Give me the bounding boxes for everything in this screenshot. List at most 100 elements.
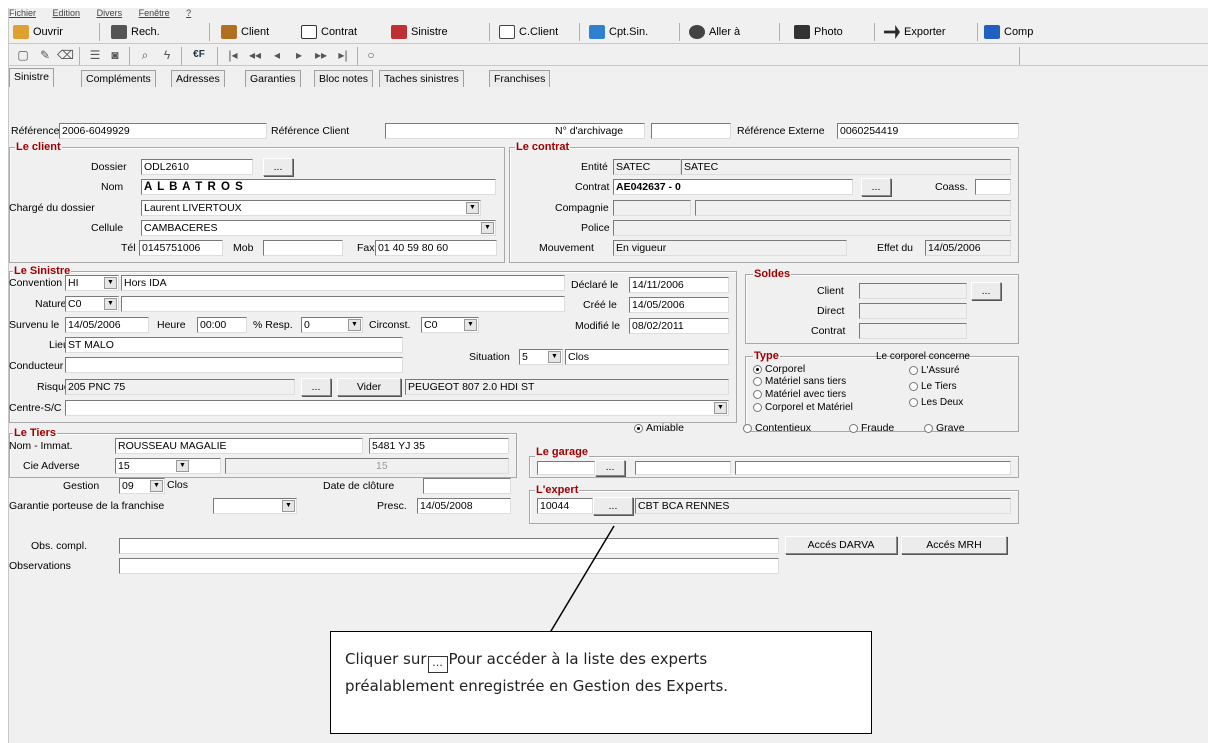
- declare-field[interactable]: 14/11/2006: [629, 277, 729, 293]
- coass-field[interactable]: [975, 179, 1011, 195]
- photo-button[interactable]: Photo: [794, 24, 843, 40]
- chevron-down-icon[interactable]: ▼: [714, 402, 727, 414]
- contrat-button[interactable]: Contrat: [301, 24, 357, 40]
- exporter-button[interactable]: Exporter: [884, 24, 946, 40]
- dossier-browse-button[interactable]: ...: [263, 158, 293, 176]
- reference-field[interactable]: 2006-6049929: [59, 123, 267, 139]
- ref-externe-field[interactable]: 0060254419: [837, 123, 1019, 139]
- first-record-icon[interactable]: |◂: [225, 47, 241, 63]
- nature-select[interactable]: C0 ▼: [65, 296, 119, 312]
- expert-browse-button[interactable]: ...: [593, 497, 633, 515]
- contrat-field[interactable]: AE042637 - 0: [613, 179, 853, 195]
- client-button[interactable]: Client: [221, 24, 269, 40]
- entite-code-field[interactable]: SATEC: [613, 159, 681, 175]
- eraser-icon[interactable]: ⌫: [57, 47, 74, 63]
- reglement-fraude[interactable]: Fraude: [849, 421, 894, 435]
- convention-code-select[interactable]: HI ▼: [65, 275, 119, 291]
- reglement-amiable[interactable]: Amiable: [634, 421, 684, 435]
- tab-garanties[interactable]: Garanties: [245, 70, 301, 87]
- fax-field[interactable]: 01 40 59 80 60: [375, 240, 497, 256]
- cellule-select[interactable]: CAMBACERES ▼: [141, 220, 496, 236]
- soldes-client-field[interactable]: [859, 283, 967, 299]
- observations-field[interactable]: [119, 558, 779, 574]
- vehicule-field[interactable]: PEUGEOT 807 2.0 HDI ST: [405, 379, 729, 395]
- centre-select[interactable]: ▼: [65, 400, 729, 416]
- expert-code-field[interactable]: 10044: [537, 498, 593, 514]
- ouvrir-button[interactable]: Ouvrir: [13, 24, 63, 40]
- tiers-immat-field[interactable]: 5481 YJ 35: [369, 438, 509, 454]
- allera-button[interactable]: Aller à: [689, 24, 740, 40]
- convention-field[interactable]: Hors IDA: [121, 275, 565, 291]
- compagnie-name-field[interactable]: [695, 200, 1011, 216]
- comment-icon[interactable]: ○: [363, 47, 379, 63]
- chevron-down-icon[interactable]: ▼: [150, 480, 163, 492]
- type-corporel-et-materiel[interactable]: Corporel et Matériel: [753, 401, 853, 415]
- camera-small-icon[interactable]: ◙: [107, 47, 123, 63]
- resp-select[interactable]: 0 ▼: [301, 317, 363, 333]
- chevron-down-icon[interactable]: ▼: [464, 319, 477, 331]
- soldes-contrat-field[interactable]: [859, 323, 967, 339]
- vider-button[interactable]: Vider: [337, 378, 401, 396]
- obs-compl-field[interactable]: [119, 538, 779, 554]
- tab-complements[interactable]: Compléments: [81, 70, 156, 87]
- chevron-down-icon[interactable]: ▼: [104, 277, 117, 289]
- expert-name-field[interactable]: CBT BCA RENNES: [635, 498, 1011, 514]
- circonst-select[interactable]: C0 ▼: [421, 317, 479, 333]
- franchise-select[interactable]: ▼: [213, 498, 297, 514]
- tab-taches-sinistres[interactable]: Taches sinistres: [379, 70, 464, 87]
- modifie-field[interactable]: 08/02/2011: [629, 318, 729, 334]
- search-small-icon[interactable]: ⌕: [137, 47, 153, 63]
- reglement-grave[interactable]: Grave: [924, 421, 965, 435]
- fast-forward-icon[interactable]: ▸▸: [313, 47, 329, 63]
- euro-icon[interactable]: €F: [187, 47, 211, 63]
- nom-field[interactable]: A L B A T R O S: [141, 179, 496, 195]
- heure-field[interactable]: 00:00: [197, 317, 247, 333]
- soldes-browse-button[interactable]: ...: [971, 282, 1001, 300]
- type-corporel[interactable]: Corporel: [753, 362, 805, 376]
- situation-field[interactable]: Clos: [565, 349, 729, 365]
- cloture-field[interactable]: [423, 478, 511, 494]
- chevron-down-icon[interactable]: ▼: [104, 298, 117, 310]
- cree-field[interactable]: 14/05/2006: [629, 297, 729, 313]
- menu-help[interactable]: ?: [186, 8, 191, 18]
- acces-mrh-button[interactable]: Accés MRH: [901, 536, 1007, 554]
- archivage-field[interactable]: [651, 123, 731, 139]
- chevron-down-icon[interactable]: ▼: [481, 222, 494, 234]
- rech-button[interactable]: Rech.: [111, 24, 160, 40]
- concerne-deux[interactable]: Les Deux: [909, 396, 963, 410]
- effet-field[interactable]: 14/05/2006: [925, 240, 1011, 256]
- dossier-field[interactable]: ODL2610: [141, 159, 253, 175]
- garage-browse-button[interactable]: ...: [595, 460, 625, 476]
- tab-sinistre[interactable]: Sinistre: [9, 68, 55, 87]
- lightning-icon[interactable]: ϟ: [159, 47, 175, 63]
- situation-code-select[interactable]: 5 ▼: [519, 349, 563, 365]
- sinistre-button[interactable]: Sinistre: [391, 24, 448, 40]
- compagnie-code-field[interactable]: [613, 200, 691, 216]
- menu-edition[interactable]: Edition: [53, 8, 81, 18]
- menu-fenetre[interactable]: Fenêtre: [139, 8, 170, 18]
- tab-bloc-notes[interactable]: Bloc notes: [314, 70, 374, 87]
- last-record-icon[interactable]: ▸|: [335, 47, 351, 63]
- mouvement-field[interactable]: En vigueur: [613, 240, 847, 256]
- edit-pencil-icon[interactable]: ✎: [37, 47, 53, 63]
- next-record-icon[interactable]: ▸: [291, 47, 307, 63]
- charge-select[interactable]: Laurent LIVERTOUX ▼: [141, 200, 481, 216]
- chevron-down-icon[interactable]: ▼: [176, 460, 189, 472]
- comp-button[interactable]: Comp: [984, 24, 1033, 40]
- chevron-down-icon[interactable]: ▼: [282, 500, 295, 512]
- concerne-tiers[interactable]: Le Tiers: [909, 380, 957, 394]
- tab-franchises[interactable]: Franchises: [489, 70, 551, 87]
- contrat-browse-button[interactable]: ...: [861, 178, 891, 196]
- cclient-button[interactable]: C.Client: [499, 24, 558, 40]
- conducteur-field[interactable]: [65, 357, 403, 373]
- cie-adverse-name-field[interactable]: 15: [225, 458, 509, 474]
- list-icon[interactable]: ☰: [87, 47, 103, 63]
- tiers-nom-field[interactable]: ROUSSEAU MAGALIE: [115, 438, 363, 454]
- presc-field[interactable]: 14/05/2008: [417, 498, 511, 514]
- garage-city-field[interactable]: [735, 461, 1011, 475]
- soldes-direct-field[interactable]: [859, 303, 967, 319]
- menu-divers[interactable]: Divers: [97, 8, 123, 18]
- fast-back-icon[interactable]: ◂◂: [247, 47, 263, 63]
- new-icon[interactable]: ▢: [15, 47, 31, 63]
- lieu-field[interactable]: ST MALO: [65, 337, 403, 353]
